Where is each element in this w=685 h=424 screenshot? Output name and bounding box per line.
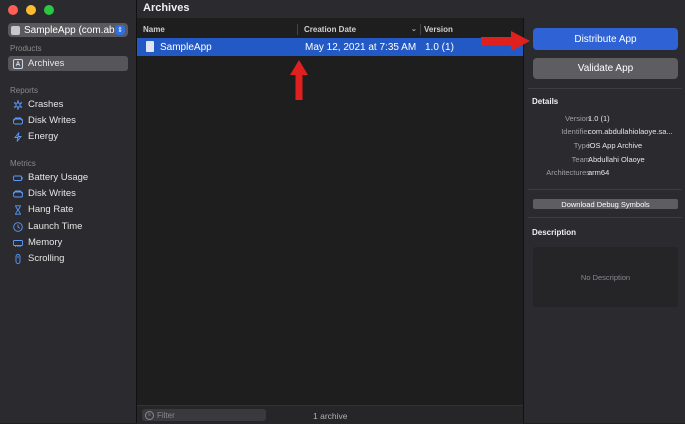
detail-value-version: 1.0 (1) — [588, 114, 610, 123]
sidebar-item-label: Memory — [28, 237, 63, 248]
section-metrics: Metrics — [10, 159, 36, 168]
disk-icon — [12, 188, 23, 199]
validate-app-button[interactable]: Validate App — [533, 58, 678, 79]
archive-icon — [12, 58, 23, 69]
sidebar-item-battery-usage[interactable]: Battery Usage — [8, 170, 128, 185]
column-header-creation-date[interactable]: Creation Date — [304, 25, 356, 34]
sidebar-item-memory[interactable]: Memory — [8, 235, 128, 250]
detail-label-version: Version — [564, 114, 590, 123]
sidebar-item-label: Disk Writes — [28, 188, 76, 199]
zoom-button[interactable] — [44, 5, 54, 15]
chevron-updown-icon: ⇕ — [115, 25, 125, 35]
title-bar: Archives — [137, 0, 685, 18]
distribute-app-button[interactable]: Distribute App — [533, 28, 678, 50]
sidebar-item-label: Crashes — [28, 99, 64, 110]
scroll-icon — [12, 253, 23, 264]
sidebar-item-archives[interactable]: Archives — [8, 56, 128, 71]
sidebar-item-label: Disk Writes — [28, 115, 76, 126]
download-debug-symbols-button[interactable]: Download Debug Symbols — [533, 199, 678, 209]
hourglass-icon — [12, 204, 23, 215]
row-version: 1.0 (1) — [425, 42, 454, 53]
column-divider — [420, 24, 421, 35]
section-reports: Reports — [10, 86, 39, 95]
sidebar-item-label: Archives — [28, 58, 65, 69]
app-icon — [11, 25, 20, 35]
detail-value-team: Abdullahi Olaoye — [588, 155, 645, 164]
column-header-name[interactable]: Name — [143, 25, 165, 34]
close-button[interactable] — [8, 5, 18, 15]
sidebar-item-crashes[interactable]: Crashes — [8, 97, 128, 112]
filter-placeholder: Filter — [157, 410, 175, 420]
sidebar-item-launch-time[interactable]: Launch Time — [8, 219, 128, 234]
detail-label-architectures: Architectures — [546, 168, 590, 177]
inspector-panel: Distribute App Validate App Details Vers… — [523, 18, 685, 423]
annotation-arrow-up — [290, 60, 308, 100]
window-controls — [8, 5, 54, 15]
energy-icon — [12, 131, 23, 142]
divider — [528, 88, 682, 89]
filter-icon: ≡ — [145, 410, 154, 420]
detail-label-identifier: Identifier — [561, 127, 590, 136]
column-header-version[interactable]: Version — [424, 25, 453, 34]
window-title: Archives — [143, 2, 190, 14]
app-selector-label: SampleApp (com.ab... — [24, 24, 115, 36]
sidebar-item-scrolling[interactable]: Scrolling — [8, 251, 128, 266]
app-selector[interactable]: SampleApp (com.ab... ⇕ — [8, 23, 128, 37]
crash-icon — [12, 99, 23, 110]
table-row[interactable]: SampleApp May 12, 2021 at 7:35 AM 1.0 (1… — [137, 38, 523, 56]
divider — [528, 189, 682, 190]
description-heading: Description — [532, 228, 577, 237]
detail-value-identifier: com.abdullahiolaoye.sa... — [588, 127, 673, 136]
sidebar-item-label: Scrolling — [28, 253, 65, 264]
details-heading: Details — [532, 97, 559, 106]
sidebar-item-label: Energy — [28, 131, 59, 142]
minimize-button[interactable] — [26, 5, 36, 15]
detail-value-type: iOS App Archive — [588, 141, 643, 150]
column-divider — [297, 24, 298, 35]
annotation-arrow-right — [481, 31, 530, 51]
detail-value-architectures: arm64 — [588, 168, 610, 177]
memory-icon — [12, 237, 23, 248]
sidebar-item-metric-disk-writes[interactable]: Disk Writes — [8, 186, 128, 201]
sidebar-item-energy[interactable]: Energy — [8, 129, 128, 144]
detail-label-team: Team — [571, 155, 590, 164]
section-products: Products — [10, 44, 42, 53]
sidebar-item-hang-rate[interactable]: Hang Rate — [8, 202, 128, 217]
sidebar-item-disk-writes[interactable]: Disk Writes — [8, 113, 128, 128]
divider — [528, 217, 682, 218]
footer-bar: ≡ Filter 1 archive — [137, 405, 523, 424]
disk-icon — [12, 115, 23, 126]
archive-count: 1 archive — [313, 411, 348, 421]
description-placeholder: No Description — [580, 272, 631, 282]
archive-file-icon — [146, 41, 154, 52]
sidebar-item-label: Launch Time — [28, 221, 83, 232]
detail-label-type: Type — [573, 141, 590, 150]
description-box[interactable]: No Description — [533, 247, 678, 307]
table-header: Name Creation Date ⌄ Version — [137, 22, 523, 39]
sidebar-item-label: Hang Rate — [28, 204, 74, 215]
sidebar: SampleApp (com.ab... ⇕ Products Archives… — [0, 0, 137, 423]
filter-field[interactable]: ≡ Filter — [142, 409, 266, 421]
clock-icon — [12, 221, 23, 232]
row-creation-date: May 12, 2021 at 7:35 AM — [305, 42, 417, 53]
sidebar-item-label: Battery Usage — [28, 172, 89, 183]
archives-table: Name Creation Date ⌄ Version SampleApp M… — [137, 18, 523, 405]
sort-descending-icon: ⌄ — [411, 26, 417, 33]
row-name: SampleApp — [160, 42, 212, 53]
battery-icon — [12, 172, 23, 183]
